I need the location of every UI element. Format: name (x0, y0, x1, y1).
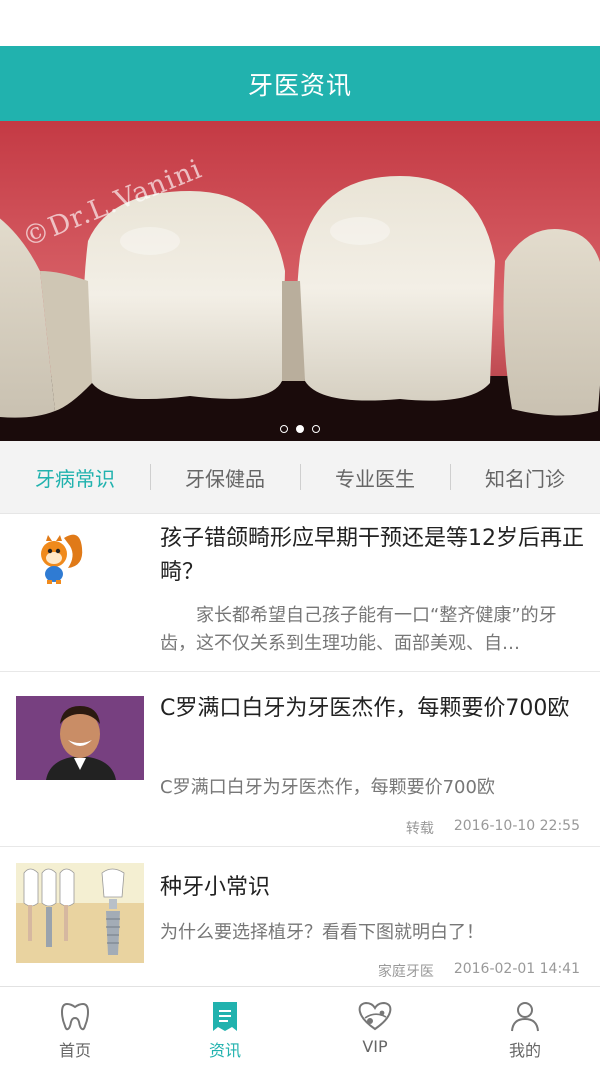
nav-home[interactable]: 首页 (0, 987, 150, 1067)
nav-vip[interactable]: VIP (300, 987, 450, 1067)
news-item[interactable]: C罗满口白牙为牙医杰作，每颗要价700欧 C罗满口白牙为牙医杰作，每颗要价700… (0, 672, 600, 847)
carousel-dot[interactable] (312, 425, 320, 433)
news-summary: C罗满口白牙为牙医杰作，每颗要价700欧 (160, 777, 495, 798)
tab-dental-knowledge[interactable]: 牙病常识 (0, 463, 150, 492)
news-item[interactable]: 种牙小常识 为什么要选择植牙？看看下图就明白了！ 家庭牙医 2016-02-01… (0, 847, 600, 987)
news-title: C罗满口白牙为牙医杰作，每颗要价700欧 (160, 696, 570, 721)
nav-label: 资讯 (208, 1041, 241, 1060)
smiling-man-photo (16, 696, 144, 780)
news-source: 转载 (405, 821, 434, 837)
dental-implant-diagram (16, 863, 144, 963)
news-icon (213, 1002, 237, 1031)
nav-label: 首页 (58, 1041, 91, 1060)
news-title: 种牙小常识 (160, 875, 271, 900)
user-icon (511, 1002, 539, 1032)
news-title: 孩子错颌畸形应早期干预还是等12岁后再正畸？ (160, 526, 584, 585)
news-list: 孩子错颌畸形应早期干预还是等12岁后再正畸？ 家长都希望自己孩子能有一口“整齐健… (0, 514, 600, 987)
carousel-dot-active[interactable] (296, 425, 304, 433)
nav-profile[interactable]: 我的 (450, 987, 600, 1067)
news-date: 2016-10-10 22:55 (453, 818, 580, 834)
banner-carousel[interactable]: ©Dr.L.Vanini (0, 121, 600, 441)
news-source: 家庭牙医 (377, 964, 434, 980)
news-summary: 为什么要选择植牙？看看下图就明白了！ (160, 922, 484, 943)
heart-vip-icon (358, 1001, 392, 1031)
tab-dental-products[interactable]: 牙保健品 (150, 463, 300, 492)
news-meta: 家庭牙医 2016-02-01 14:41 (378, 961, 580, 981)
nav-label: 我的 (508, 1041, 541, 1060)
carousel-indicator (0, 425, 600, 433)
tab-doctors[interactable]: 专业医生 (300, 463, 450, 492)
teeth-photo (0, 121, 600, 441)
news-summary: 家长都希望自己孩子能有一口“整齐健康”的牙齿，这不仅关系到生理功能、面部美观、自… (160, 605, 557, 654)
category-tabs: 牙病常识 牙保健品 专业医生 知名门诊 (0, 441, 600, 514)
page-title: 牙医资讯 (247, 70, 352, 100)
nav-label: VIP (362, 1037, 388, 1056)
nav-news[interactable]: 资讯 (150, 987, 300, 1067)
tab-clinics[interactable]: 知名门诊 (450, 463, 600, 492)
app-header: 牙医资讯 (0, 46, 600, 121)
squirrel-logo (20, 528, 100, 588)
bottom-nav: 首页 资讯 VIP 我的 (0, 986, 600, 1067)
tooth-icon (60, 1002, 90, 1031)
news-date: 2016-02-01 14:41 (453, 961, 580, 977)
status-bar (0, 0, 600, 46)
news-item[interactable]: 孩子错颌畸形应早期干预还是等12岁后再正畸？ 家长都希望自己孩子能有一口“整齐健… (0, 514, 600, 672)
carousel-dot[interactable] (280, 425, 288, 433)
news-meta: 转载 2016-10-10 22:55 (406, 818, 580, 838)
